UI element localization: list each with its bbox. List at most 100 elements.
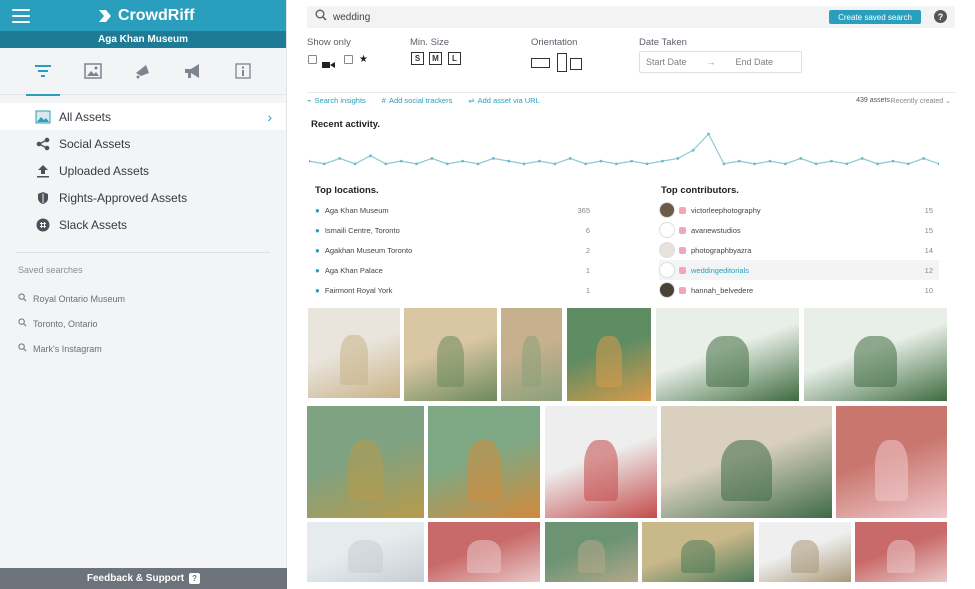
photo-thumbnail[interactable] [661, 406, 832, 518]
org-name[interactable]: Aga Khan Museum [0, 31, 286, 48]
link-icon: ⇌ [468, 96, 475, 105]
star-icon: ★ [359, 54, 368, 65]
size-small-button[interactable]: S [411, 52, 424, 65]
chevron-down-icon: ⌄ [945, 98, 951, 105]
photo-thumbnail[interactable] [545, 522, 638, 582]
photo-thumbnail[interactable] [307, 522, 424, 582]
instagram-icon [679, 246, 686, 254]
help-icon[interactable]: ? [934, 10, 947, 23]
square-orientation-icon[interactable] [570, 58, 582, 70]
photo-subject [706, 335, 749, 388]
sort-label: Recently created [890, 98, 944, 105]
brand-logo[interactable]: CrowdRiff [98, 7, 194, 25]
location-row[interactable]: ● Fairmont Royal York 1 [315, 280, 590, 300]
sparkline-point [753, 162, 757, 166]
contributor-count: 10 [924, 285, 933, 295]
sparkline-point [553, 162, 557, 166]
photo-thumbnail[interactable] [804, 308, 947, 401]
size-medium-button[interactable]: M [429, 52, 442, 65]
location-count: 2 [585, 245, 590, 255]
sparkline-point [568, 157, 572, 160]
sparkline-point [461, 159, 465, 163]
add-social-trackers-link[interactable]: # Add social trackers [382, 96, 453, 105]
nav-all-assets[interactable]: All Assets › [0, 103, 286, 130]
sparkline-point [645, 162, 649, 166]
sparkline-point [522, 162, 526, 166]
filter-tab-icon[interactable] [18, 48, 68, 96]
location-row[interactable]: ● Aga Khan Museum 365 [315, 200, 590, 220]
photo-thumbnail[interactable] [855, 522, 947, 582]
contributor-row[interactable]: hannah_belvedere 10 [659, 280, 939, 300]
location-row[interactable]: ● Ismaili Centre, Toronto 6 [315, 220, 590, 240]
favorite-checkbox[interactable] [344, 55, 353, 64]
add-social-trackers-label: Add social trackers [388, 96, 453, 105]
subtoolbar: ⌁ Search insights # Add social trackers ⇌ A… [307, 92, 955, 108]
location-count: 1 [585, 285, 590, 295]
upload-icon [34, 162, 52, 180]
instagram-icon [679, 266, 686, 274]
photo-subject [577, 540, 606, 573]
contributor-row[interactable]: victorleephotography 15 [659, 200, 939, 220]
size-large-button[interactable]: L [448, 52, 461, 65]
nav-rights-approved-assets[interactable]: Rights-Approved Assets [0, 184, 286, 211]
date-range-picker[interactable]: Start Date → End Date [639, 51, 802, 73]
search-insights-link[interactable]: ⌁ Search insights [307, 96, 366, 105]
add-asset-via-url-link[interactable]: ⇌ Add asset via URL [468, 96, 539, 105]
photo-thumbnail[interactable] [759, 522, 851, 582]
sparkline-point [491, 157, 495, 160]
photo-thumbnail[interactable] [656, 308, 799, 401]
photo-thumbnail[interactable] [836, 406, 947, 518]
location-row[interactable]: ● Agakhan Museum Toronto 2 [315, 240, 590, 260]
search-input[interactable] [333, 11, 633, 23]
min-size-label: Min. Size [410, 37, 450, 48]
contributor-name: victorleephotography [691, 205, 761, 215]
sort-dropdown[interactable]: Recently created ⌄ [891, 97, 951, 105]
photo-thumbnail[interactable] [567, 308, 651, 401]
nav-label: Slack Assets [59, 217, 128, 232]
map-pin-icon: ● [315, 205, 320, 215]
photo-thumbnail[interactable] [428, 406, 540, 518]
sparkline-point [538, 159, 541, 163]
feedback-label: Feedback & Support [86, 573, 185, 584]
landscape-orientation-icon[interactable] [531, 58, 550, 68]
nav-slack-assets[interactable]: Slack Assets [0, 211, 286, 238]
nav-social-assets[interactable]: Social Assets [0, 130, 286, 157]
portrait-orientation-icon[interactable] [557, 53, 567, 72]
create-saved-search-button[interactable]: Create saved search [829, 10, 921, 24]
photo-thumbnail[interactable] [642, 522, 754, 582]
contributor-row[interactable]: photographbyazra 14 [659, 240, 939, 260]
arrow-right-icon: → [706, 57, 716, 67]
feedback-support-button[interactable]: Feedback & Support ? [0, 568, 287, 589]
location-row[interactable]: ● Aga Khan Palace 1 [315, 260, 590, 280]
nav-uploaded-assets[interactable]: Uploaded Assets [0, 157, 286, 184]
megaphone-tab-icon[interactable] [168, 48, 218, 95]
photo-thumbnail[interactable] [501, 308, 562, 401]
sparkline-point [353, 162, 357, 166]
end-date-input[interactable]: End Date [736, 57, 774, 67]
video-checkbox[interactable] [308, 55, 317, 64]
photo-thumbnail[interactable] [545, 406, 657, 518]
gallery-tab-icon[interactable] [68, 48, 118, 95]
sparkline-point [722, 162, 726, 166]
info-tab-icon[interactable] [218, 48, 268, 95]
sparkline-point [614, 162, 618, 166]
saved-search-item[interactable]: Toronto, Ontario [0, 311, 286, 336]
contributor-row[interactable]: avanewstudios 15 [659, 220, 939, 240]
location-count: 6 [585, 225, 590, 235]
photo-thumbnail[interactable] [428, 522, 540, 582]
sparkline-point [799, 157, 803, 160]
saved-search-item[interactable]: Mark's Instagram [0, 336, 286, 361]
hamburger-menu-icon[interactable] [12, 8, 32, 24]
sparkline-point [630, 159, 634, 163]
sparkline-point [707, 132, 710, 136]
saved-search-item[interactable]: Royal Ontario Museum [0, 286, 286, 311]
megaphone-dot-tab-icon[interactable] [118, 48, 168, 95]
contributor-row[interactable]: weddingeditorials 12 [659, 260, 939, 280]
start-date-input[interactable]: Start Date [646, 57, 687, 67]
photo-thumbnail[interactable] [307, 406, 424, 518]
photo-thumbnail[interactable] [404, 308, 497, 401]
sparkline-point [476, 162, 480, 166]
photo-subject [340, 335, 368, 385]
photo-thumbnail[interactable] [308, 308, 400, 398]
search-icon [18, 343, 27, 354]
